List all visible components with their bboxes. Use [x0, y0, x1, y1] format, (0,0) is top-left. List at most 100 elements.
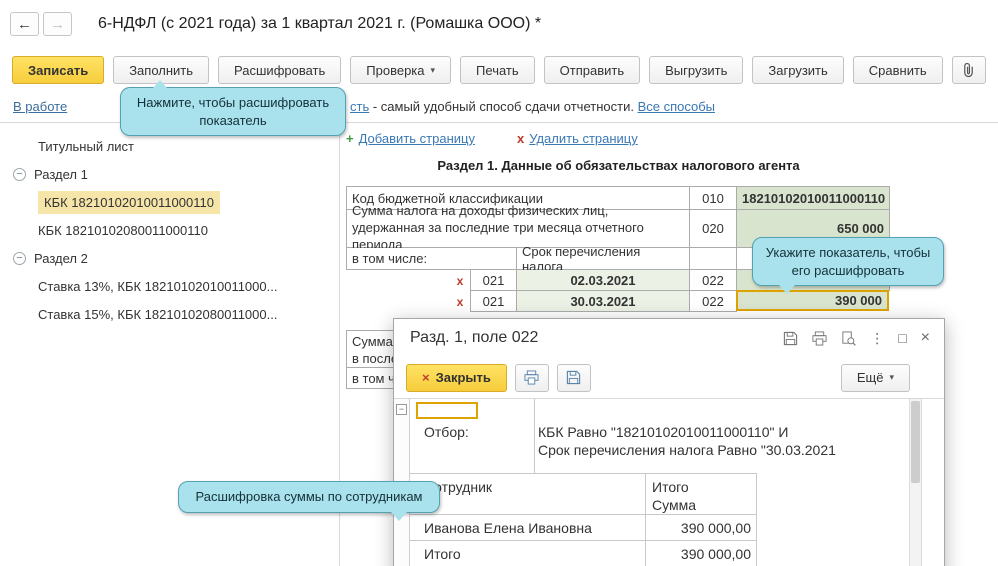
tree-item-label: Ставка 13%, КБК 18210102010011000...: [38, 278, 278, 294]
page-actions: + Добавить страницу x Удалить страницу: [346, 131, 638, 146]
preview-icon[interactable]: [841, 330, 856, 346]
deadline-header: Срок перечисления налога: [517, 244, 690, 274]
export-button[interactable]: Выгрузить: [649, 56, 744, 84]
maximize-icon[interactable]: □: [898, 331, 906, 345]
reporting-service-link[interactable]: сть: [350, 99, 369, 114]
forward-icon: →: [50, 15, 65, 33]
tree-item-rate15[interactable]: Ставка 15%, КБК 18210102080011000...: [0, 300, 339, 328]
dialog-close-label: Закрыть: [435, 370, 491, 385]
total-label-cell: Итого: [424, 546, 461, 562]
tree-item-label: Титульный лист: [38, 138, 135, 154]
tree-item-title-page[interactable]: Титульный лист: [0, 132, 339, 160]
print-icon[interactable]: [812, 330, 827, 346]
kbk-value-cell[interactable]: 18210102010011000110: [737, 186, 890, 210]
report-state-link[interactable]: В работе: [13, 99, 67, 114]
decrypt-button[interactable]: Расшифровать: [218, 56, 342, 84]
close-x-icon: ×: [422, 370, 430, 385]
tree-item-kbk2[interactable]: КБК 18210102080011000110: [0, 216, 339, 244]
back-button[interactable]: ←: [10, 12, 39, 36]
delete-row-icon[interactable]: x: [450, 270, 470, 291]
tree-item-label-selected: КБК 18210102010011000110: [38, 190, 220, 214]
tree-item-rate13[interactable]: Ставка 13%, КБК 18210102010011000...: [0, 272, 339, 300]
selected-cell[interactable]: [416, 402, 478, 419]
deadline-date-cell[interactable]: 02.03.2021: [517, 270, 690, 291]
delete-page-link[interactable]: x Удалить страницу: [517, 131, 638, 146]
sum-022-cell-selected[interactable]: 390 000: [736, 290, 889, 311]
save-button[interactable]: Записать: [12, 56, 105, 84]
dialog-close-button[interactable]: × Закрыть: [406, 363, 507, 392]
decryption-dialog: Разд. 1, поле 022 ⋮ □ × × Закрыть Ещё ▾ − …: [393, 318, 945, 566]
attach-button[interactable]: [951, 56, 986, 84]
kebab-menu-icon[interactable]: ⋮: [870, 331, 884, 345]
dialog-title: Разд. 1, поле 022: [410, 329, 539, 346]
tooltip-text: Расшифровка суммы по сотрудникам: [195, 489, 423, 504]
filter-label: Отбор:: [424, 424, 469, 440]
save-icon: [567, 370, 581, 385]
table-row: x 021 30.03.2021 022 390 000: [346, 290, 890, 312]
dialog-spreadsheet: − Отбор: КБК Равно "18210102010011000110…: [394, 399, 944, 566]
tree-item-section2[interactable]: − Раздел 2: [0, 244, 339, 272]
tooltip-text: Укажите показатель, чтобы его расшифрова…: [765, 245, 931, 278]
check-button[interactable]: Проверка ▾: [350, 56, 452, 84]
dialog-titlebar[interactable]: Разд. 1, поле 022 ⋮ □ ×: [394, 319, 944, 357]
tree-item-kbk1[interactable]: КБК 18210102010011000110: [0, 188, 339, 216]
column-header-sum: Сумма: [652, 497, 696, 513]
tree-item-section1[interactable]: − Раздел 1: [0, 160, 339, 188]
compare-button-label: Сравнить: [868, 62, 927, 78]
back-icon: ←: [17, 15, 32, 33]
tree-item-label: Раздел 2: [34, 250, 88, 266]
page-title: 6-НДФЛ (с 2021 года) за 1 квартал 2021 г…: [98, 15, 542, 32]
import-button[interactable]: Загрузить: [752, 56, 844, 84]
all-ways-link[interactable]: Все способы: [638, 99, 715, 114]
delete-row-icon[interactable]: x: [450, 291, 470, 312]
status-info-text: - самый удобный способ сдачи отчетности.: [369, 99, 638, 114]
grid-line: [410, 473, 756, 474]
dialog-window-controls: ⋮ □ ×: [783, 330, 930, 346]
check-button-label: Проверка: [366, 62, 425, 78]
grid-line: [534, 399, 535, 473]
send-button[interactable]: Отправить: [543, 56, 641, 84]
row-code: 022: [690, 270, 737, 291]
grid-line: [410, 540, 756, 541]
add-page-link[interactable]: + Добавить страницу: [346, 131, 475, 146]
total-sum-cell: 390 000,00: [680, 546, 751, 562]
plus-icon: +: [346, 131, 354, 146]
column-header-total: Итого: [652, 479, 689, 495]
grid-line: [756, 473, 757, 566]
window-titlebar: ← → 6-НДФЛ (с 2021 года) за 1 квартал 20…: [0, 0, 998, 48]
forward-button[interactable]: →: [43, 12, 72, 36]
decrypt-button-label: Расшифровать: [234, 62, 326, 78]
save-button-label: Записать: [28, 62, 89, 78]
dialog-save-button[interactable]: [556, 363, 591, 392]
row-spacer: [346, 291, 450, 312]
dialog-print-button[interactable]: [514, 363, 549, 392]
tree-item-label: Ставка 15%, КБК 18210102080011000...: [38, 306, 278, 322]
dialog-scrollbar[interactable]: [909, 399, 922, 566]
print-button-label: Печать: [476, 62, 519, 78]
delete-icon: x: [516, 131, 525, 146]
tooltip-tail: [391, 511, 407, 521]
tree-item-label: Раздел 1: [34, 166, 88, 182]
employee-name-cell[interactable]: Иванова Елена Ивановна: [424, 520, 592, 536]
row-code: 021: [470, 270, 517, 291]
dialog-more-button[interactable]: Ещё ▾: [840, 363, 910, 392]
row-spacer: [346, 270, 450, 291]
collapse-icon[interactable]: −: [13, 251, 26, 265]
save-icon[interactable]: [783, 331, 798, 346]
collapse-icon[interactable]: −: [13, 167, 26, 181]
more-label: Ещё: [856, 370, 884, 385]
deadline-date-cell[interactable]: 30.03.2021: [517, 291, 690, 312]
compare-button[interactable]: Сравнить: [852, 56, 943, 84]
tooltip-tail: [779, 285, 795, 295]
group-collapse-icon[interactable]: −: [396, 404, 407, 415]
scrollbar-thumb[interactable]: [911, 401, 920, 483]
send-button-label: Отправить: [559, 62, 625, 78]
print-button[interactable]: Печать: [460, 56, 535, 84]
export-button-label: Выгрузить: [665, 62, 728, 78]
row-label: Сумма налога на доходы физических лиц, у…: [346, 203, 690, 252]
status-info: сть - самый удобный способ сдачи отчетно…: [350, 99, 715, 114]
grid-line: [645, 473, 646, 566]
employee-sum-cell[interactable]: 390 000,00: [639, 520, 751, 536]
filter-line2: Срок перечисления налога Равно "30.03.20…: [538, 442, 836, 458]
close-icon[interactable]: ×: [921, 330, 930, 346]
